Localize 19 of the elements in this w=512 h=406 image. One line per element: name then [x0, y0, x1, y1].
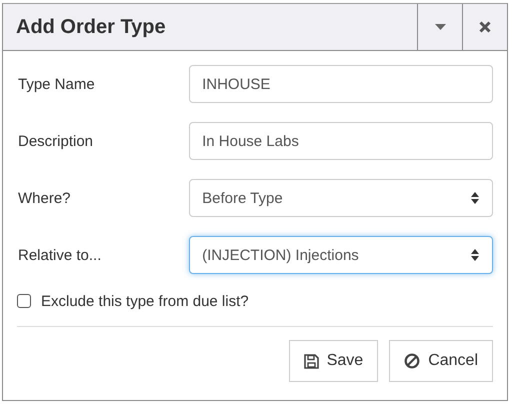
input-field[interactable]: INHOUSE: [189, 65, 493, 103]
updown-caret-icon: [470, 248, 480, 262]
field-label: Where?: [17, 190, 72, 206]
dialog-title: Add Order Type: [15, 14, 167, 40]
input-field[interactable]: In House Labs: [189, 122, 493, 160]
close-icon: [479, 21, 491, 33]
save-icon: [304, 354, 319, 368]
cancel-button[interactable]: Cancel: [389, 340, 493, 382]
select-field[interactable]: Before Type: [189, 179, 493, 217]
updown-caret-icon: [470, 191, 480, 205]
save-button[interactable]: Save: [288, 340, 378, 382]
field-label: Description: [17, 132, 94, 150]
select-field[interactable]: (INJECTION) Injections: [189, 236, 493, 274]
checkbox[interactable]: [17, 294, 31, 308]
field-label: Relative to...: [17, 246, 102, 264]
cancel-icon: [404, 353, 420, 369]
caret-icon: [434, 24, 446, 30]
field-label: Type Name: [17, 76, 96, 92]
checkbox-label: Exclude this type from due list?: [41, 292, 249, 310]
